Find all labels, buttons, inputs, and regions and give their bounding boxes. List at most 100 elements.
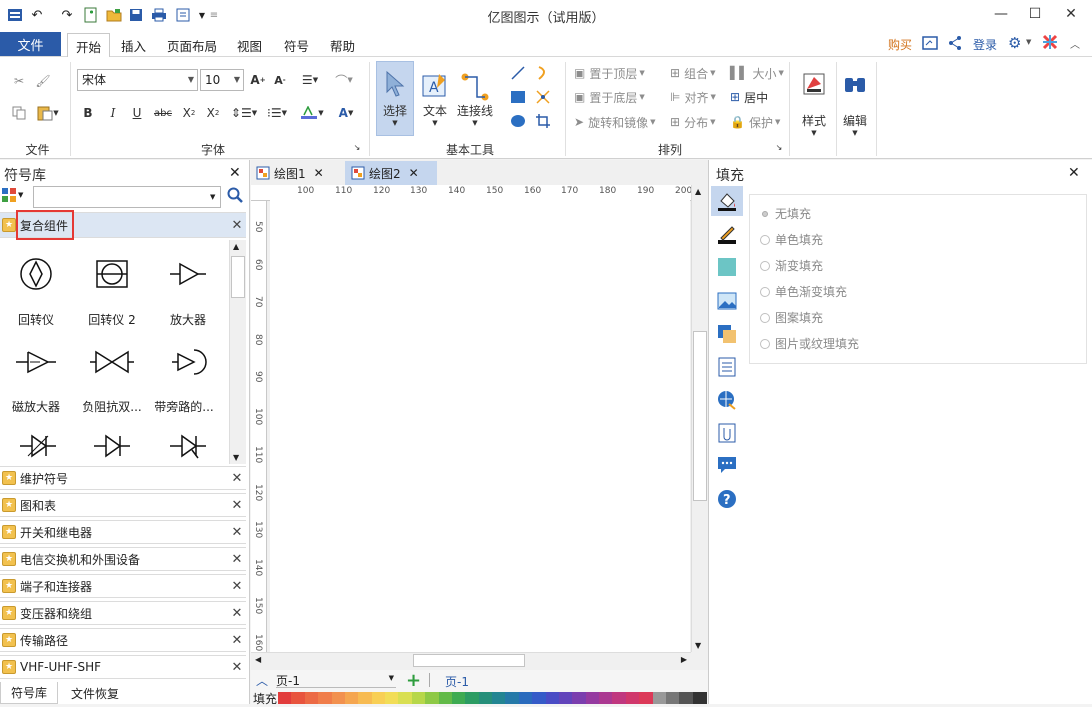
gyroscope-symbol-icon[interactable] — [18, 256, 54, 295]
diode-symbol-icon[interactable] — [92, 432, 132, 463]
fill-option-solid[interactable]: 单色填充 — [760, 231, 823, 248]
close-library-panel-icon[interactable]: ✕ — [229, 165, 241, 181]
color-swatch[interactable] — [318, 692, 333, 704]
line-spacing-icon[interactable]: ⇕☰ ▼ — [230, 104, 258, 122]
negative-impedance-symbol-icon[interactable] — [88, 344, 136, 383]
color-swatch[interactable] — [411, 692, 426, 704]
page-properties-icon[interactable] — [717, 357, 737, 377]
color-swatch[interactable] — [532, 692, 547, 704]
color-swatch[interactable] — [679, 692, 694, 704]
tab-file-recovery[interactable]: 文件恢复 — [60, 682, 130, 704]
minimize-icon[interactable]: — — [986, 2, 1016, 26]
color-swatch[interactable] — [545, 692, 560, 704]
style-button[interactable]: 样式 ▼ — [797, 64, 831, 144]
color-swatch[interactable] — [612, 692, 627, 704]
scroll-left-icon[interactable]: ◀ — [255, 655, 261, 664]
library-row[interactable]: ★ 变压器和绕组 ✕ — [0, 601, 246, 625]
magnetic-amplifier-symbol-icon[interactable] — [14, 344, 58, 383]
color-swatch[interactable] — [492, 692, 506, 704]
scroll-down-icon[interactable]: ▼ — [695, 641, 701, 650]
color-swatch[interactable] — [639, 692, 654, 704]
gyroscope-2-symbol-icon[interactable] — [94, 256, 130, 295]
fill-option-pattern[interactable]: 图案填充 — [760, 309, 823, 326]
color-swatch[interactable] — [425, 692, 440, 704]
arc-shape-icon[interactable] — [534, 64, 552, 82]
drawing-canvas[interactable] — [270, 200, 690, 652]
protect-button[interactable]: 🔒 保护 ▼ — [730, 113, 780, 131]
library-grid-dropdown-icon[interactable]: ▼ — [18, 191, 23, 199]
shrink-font-icon[interactable]: A- — [271, 71, 289, 89]
symbols-scrollbar[interactable]: ▲ ▼ — [229, 240, 246, 464]
color-swatch[interactable] — [304, 692, 319, 704]
fill-option-picture[interactable]: 图片或纹理填充 — [760, 335, 859, 352]
color-swatch[interactable] — [665, 692, 680, 704]
close-library-icon[interactable]: ✕ — [228, 552, 246, 567]
hyperlink-globe-icon[interactable] — [717, 390, 737, 410]
thyristor-symbol-icon[interactable] — [168, 432, 208, 463]
maximize-icon[interactable]: ☐ — [1020, 2, 1050, 26]
font-dialog-launcher-icon[interactable]: ↘ — [352, 142, 362, 152]
library-search-input[interactable] — [33, 186, 221, 208]
doc-tab-1[interactable]: 绘图1 ✕ — [256, 161, 340, 185]
superscript-button[interactable]: X2 — [204, 104, 222, 122]
scroll-up-icon[interactable]: ▲ — [233, 242, 239, 251]
close-library-icon[interactable]: ✕ — [228, 579, 246, 594]
tab-view[interactable]: 视图 — [229, 33, 270, 57]
crop-icon[interactable] — [534, 112, 552, 130]
color-swatch[interactable] — [505, 692, 520, 704]
close-window-icon[interactable]: ✕ — [1056, 2, 1086, 26]
share-icon[interactable] — [947, 35, 963, 54]
tab-page-layout[interactable]: 页面布局 — [159, 33, 225, 57]
collapse-ribbon-icon[interactable]: ︿ — [1070, 36, 1080, 51]
library-grid-icon[interactable] — [2, 188, 16, 202]
text-tool-button[interactable]: A 文本 ▼ — [417, 62, 453, 136]
bring-to-front-button[interactable]: ▣ 置于顶层 ▼ — [574, 64, 645, 82]
tab-symbol-library[interactable]: 符号库 — [0, 682, 58, 704]
color-swatch[interactable] — [278, 692, 292, 704]
tab-insert[interactable]: 插入 — [113, 33, 154, 57]
arrange-dialog-launcher-icon[interactable]: ↘ — [774, 142, 784, 152]
tab-home[interactable]: 开始 — [67, 33, 111, 58]
tab-symbols[interactable]: 符号 — [276, 33, 317, 57]
color-swatch[interactable] — [451, 692, 466, 704]
center-button[interactable]: ⊞ 居中 — [730, 88, 768, 106]
color-swatch[interactable] — [344, 692, 359, 704]
text-align-icon[interactable]: ☰ ▼ — [297, 71, 323, 89]
color-swatch[interactable] — [625, 692, 640, 704]
library-row[interactable]: ★ VHF-UHF-SHF ✕ — [0, 655, 246, 679]
scroll-right-icon[interactable]: ▶ — [681, 655, 687, 664]
varactor-symbol-icon[interactable] — [18, 432, 58, 463]
font-name-select[interactable]: 宋体 ▼ — [77, 69, 198, 91]
font-color-icon[interactable]: A ▼ — [333, 104, 359, 122]
color-swatch[interactable] — [385, 692, 399, 704]
close-library-icon[interactable]: ✕ — [228, 218, 246, 233]
tab-help[interactable]: 帮助 — [322, 33, 363, 57]
library-row[interactable]: ★ 维护符号 ✕ — [0, 466, 246, 490]
text-curve-icon[interactable]: ⌒ ▼ — [329, 71, 359, 89]
rotate-mirror-button[interactable]: ➤ 旋转和镜像 ▼ — [574, 113, 655, 131]
color-swatch[interactable] — [331, 692, 346, 704]
grow-font-icon[interactable]: A + — [249, 71, 267, 89]
add-page-icon[interactable]: + — [406, 670, 421, 691]
library-row[interactable]: ★ 开关和继电器 ✕ — [0, 520, 246, 544]
library-row[interactable]: ★ 图和表 ✕ — [0, 493, 246, 517]
fill-option-gradient[interactable]: 渐变填充 — [760, 257, 823, 274]
close-tab-icon[interactable]: ✕ — [409, 166, 419, 180]
copy-icon[interactable] — [10, 104, 28, 122]
color-swatch[interactable] — [438, 692, 453, 704]
color-swatch[interactable] — [291, 692, 306, 704]
color-swatch[interactable] — [652, 692, 667, 704]
color-swatch[interactable] — [465, 692, 480, 704]
search-dropdown-icon[interactable]: ▼ — [210, 193, 215, 201]
color-swatch[interactable] — [518, 692, 533, 704]
canvas-vertical-scrollbar[interactable]: ▲ ▼ — [691, 185, 708, 652]
scrollbar-thumb[interactable] — [413, 654, 525, 667]
color-swatch[interactable] — [478, 692, 493, 704]
subscript-button[interactable]: X2 — [180, 104, 198, 122]
close-library-icon[interactable]: ✕ — [228, 660, 246, 675]
cut-icon[interactable]: ✂ — [10, 72, 28, 90]
italic-button[interactable]: I — [105, 104, 121, 122]
color-swatch[interactable] — [558, 692, 573, 704]
ellipse-shape-icon[interactable] — [509, 112, 527, 130]
shadow-icon[interactable] — [717, 257, 737, 277]
